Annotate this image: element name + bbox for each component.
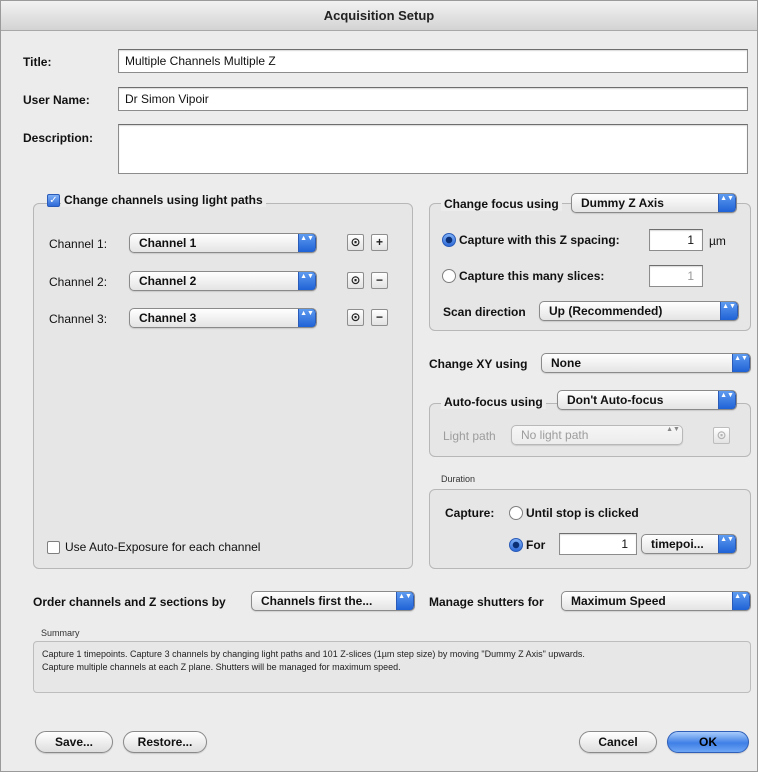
popup-arrows-icon: ▲▼ <box>718 194 736 212</box>
add-channel-button[interactable]: + <box>371 234 388 251</box>
slice-count-label: Capture this many slices: <box>459 269 605 283</box>
summary-title: Summary <box>41 628 80 638</box>
light-path-value: No light path <box>521 428 589 442</box>
username-label: User Name: <box>23 93 90 107</box>
channel-2-settings-button[interactable]: ⊙ <box>347 272 364 289</box>
auto-exposure-checkbox[interactable] <box>47 541 60 554</box>
z-spacing-unit: µm <box>709 234 726 248</box>
z-spacing-field[interactable]: 1 <box>649 229 703 251</box>
focus-device-popup[interactable]: Dummy Z Axis ▲▼ <box>571 193 737 213</box>
light-path-label: Light path <box>443 429 496 443</box>
restore-button[interactable]: Restore... <box>123 731 207 753</box>
popup-arrows-icon: ▲▼ <box>298 272 316 290</box>
shutters-value: Maximum Speed <box>571 594 666 608</box>
title-field[interactable]: Multiple Channels Multiple Z <box>118 49 748 73</box>
change-channels-checkbox[interactable]: ✓ <box>47 194 60 207</box>
scan-direction-value: Up (Recommended) <box>549 304 663 318</box>
popup-arrows-icon: ▲▼ <box>718 535 736 553</box>
duration-title: Duration <box>441 474 476 484</box>
until-stop-radio[interactable] <box>509 506 523 520</box>
xy-device-popup[interactable]: None ▲▼ <box>541 353 751 373</box>
autofocus-value: Don't Auto-focus <box>567 393 664 407</box>
change-channels-label: Change channels using light paths <box>61 193 266 207</box>
channel-3-label: Channel 3: <box>49 312 108 326</box>
duration-unit-value: timepoi... <box>651 537 704 551</box>
popup-arrows-icon: ▲▼ <box>298 234 316 252</box>
channel-1-settings-button[interactable]: ⊙ <box>347 234 364 251</box>
slice-count-field[interactable]: 1 <box>649 265 703 287</box>
popup-arrows-icon: ▲▼ <box>732 354 750 372</box>
popup-arrows-icon: ▲▼ <box>718 391 736 409</box>
light-path-settings-button[interactable]: ⊙ <box>713 427 730 444</box>
summary-line-2: Capture multiple channels at each Z plan… <box>42 662 401 672</box>
shutters-popup[interactable]: Maximum Speed ▲▼ <box>561 591 751 611</box>
light-path-popup[interactable]: No light path ▲▼ <box>511 425 683 445</box>
z-spacing-radio[interactable] <box>442 233 456 247</box>
autofocus-label: Auto-focus using <box>441 395 546 409</box>
xy-device-value: None <box>551 356 581 370</box>
remove-channel-2-button[interactable]: − <box>371 272 388 289</box>
until-stop-label: Until stop is clicked <box>526 506 639 520</box>
scan-direction-label: Scan direction <box>443 305 526 319</box>
duration-unit-popup[interactable]: timepoi... ▲▼ <box>641 534 737 554</box>
for-label: For <box>526 538 546 552</box>
shutters-label: Manage shutters for <box>429 595 544 609</box>
channel-1-label: Channel 1: <box>49 237 108 251</box>
channel-2-value: Channel 2 <box>139 274 197 288</box>
auto-exposure-label: Use Auto-Exposure for each channel <box>65 540 261 554</box>
window-title: Acquisition Setup <box>1 1 757 31</box>
change-xy-label: Change XY using <box>429 357 528 371</box>
duration-count-field[interactable]: 1 <box>559 533 637 555</box>
summary-box: Capture 1 timepoints. Capture 3 channels… <box>33 641 751 693</box>
order-label: Order channels and Z sections by <box>33 595 226 609</box>
channel-2-label: Channel 2: <box>49 275 108 289</box>
channels-group <box>33 203 413 569</box>
capture-label: Capture: <box>445 506 495 520</box>
description-field[interactable] <box>118 124 748 174</box>
popup-arrows-icon: ▲▼ <box>298 309 316 327</box>
channel-3-popup[interactable]: Channel 3 ▲▼ <box>129 308 317 328</box>
autofocus-popup[interactable]: Don't Auto-focus ▲▼ <box>557 390 737 410</box>
ok-button[interactable]: OK <box>667 731 749 753</box>
change-focus-label: Change focus using <box>441 197 562 211</box>
popup-arrows-icon: ▲▼ <box>396 592 414 610</box>
channel-3-value: Channel 3 <box>139 311 197 325</box>
slice-count-radio[interactable] <box>442 269 456 283</box>
scan-direction-popup[interactable]: Up (Recommended) ▲▼ <box>539 301 739 321</box>
channel-2-popup[interactable]: Channel 2 ▲▼ <box>129 271 317 291</box>
order-popup[interactable]: Channels first the... ▲▼ <box>251 591 415 611</box>
duration-group <box>429 489 751 569</box>
z-spacing-label: Capture with this Z spacing: <box>459 233 620 247</box>
channel-3-settings-button[interactable]: ⊙ <box>347 309 364 326</box>
channel-1-popup[interactable]: Channel 1 ▲▼ <box>129 233 317 253</box>
title-label: Title: <box>23 55 52 69</box>
popup-arrows-icon: ▲▼ <box>720 302 738 320</box>
popup-arrows-icon: ▲▼ <box>732 592 750 610</box>
cancel-button[interactable]: Cancel <box>579 731 657 753</box>
remove-channel-3-button[interactable]: − <box>371 309 388 326</box>
acquisition-setup-window: Acquisition Setup Title: Multiple Channe… <box>0 0 758 772</box>
order-value: Channels first the... <box>261 594 373 608</box>
save-button[interactable]: Save... <box>35 731 113 753</box>
description-label: Description: <box>23 131 94 145</box>
username-field[interactable]: Dr Simon Vipoir <box>118 87 748 111</box>
summary-line-1: Capture 1 timepoints. Capture 3 channels… <box>42 649 585 659</box>
for-radio[interactable] <box>509 538 523 552</box>
channel-1-value: Channel 1 <box>139 236 197 250</box>
popup-arrows-icon: ▲▼ <box>666 426 680 433</box>
focus-device-value: Dummy Z Axis <box>581 196 664 210</box>
